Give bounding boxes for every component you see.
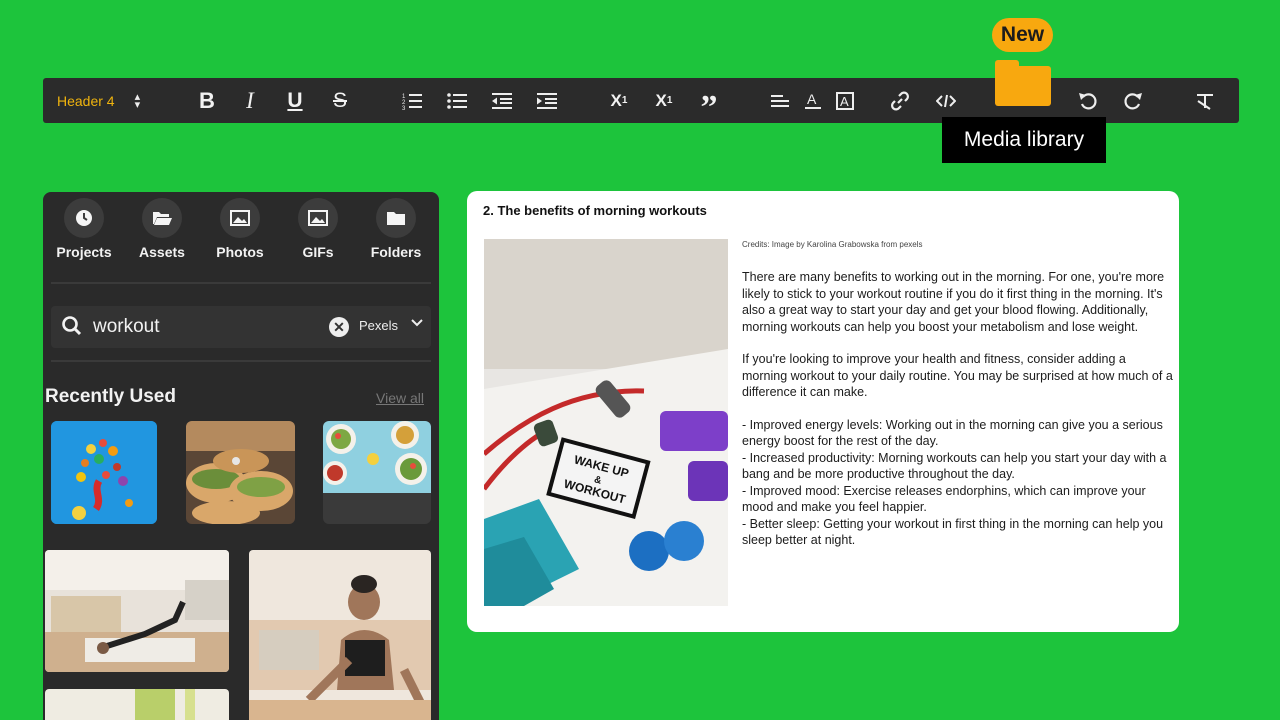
nav-item-projects[interactable]: Projects — [44, 198, 124, 260]
paragraph: If you're looking to improve your health… — [742, 352, 1173, 399]
indent-icon[interactable] — [533, 78, 561, 123]
bullet-list-icon[interactable] — [443, 78, 471, 123]
search-input[interactable]: workout — [93, 316, 160, 338]
nav-item-photos[interactable]: Photos — [200, 198, 280, 260]
section-title: Recently Used — [45, 386, 176, 407]
paragraph: There are many benefits to working out i… — [742, 270, 1165, 334]
subscript-button[interactable]: X1 — [650, 78, 678, 123]
bold-button[interactable]: B — [193, 78, 221, 123]
heading-select[interactable]: Header 4 ▴ ▾ — [57, 78, 167, 123]
new-badge: New — [992, 18, 1053, 52]
folder-open-icon — [142, 198, 182, 238]
text-color-icon[interactable]: A — [799, 78, 827, 123]
search-bar[interactable]: workout ✕ Pexels — [51, 306, 431, 348]
background-color-icon[interactable]: A — [831, 78, 859, 123]
media-nav: Projects Assets Photos GIFs Folders — [43, 192, 439, 272]
nav-item-gifs[interactable]: GIFs — [278, 198, 358, 260]
source-select[interactable]: Pexels — [359, 318, 398, 333]
photo-woman-stretch[interactable] — [249, 550, 431, 720]
image-icon — [220, 198, 260, 238]
media-panel: Projects Assets Photos GIFs Folders work… — [43, 192, 439, 720]
bullet-item: - Increased productivity: Morning workou… — [742, 450, 1167, 482]
view-all-link[interactable]: View all — [376, 390, 424, 406]
thumbnail-salads[interactable] — [323, 421, 431, 524]
blockquote-button[interactable]: ” — [695, 78, 723, 124]
heading-select-value: Header 4 — [57, 92, 115, 109]
svg-text:A: A — [840, 94, 849, 109]
divider — [51, 282, 431, 284]
clear-search-icon[interactable]: ✕ — [329, 317, 349, 337]
search-icon — [62, 316, 82, 336]
align-icon[interactable] — [766, 78, 794, 123]
strikethrough-button[interactable]: S — [326, 78, 354, 123]
italic-button[interactable]: I — [236, 78, 264, 123]
nav-item-folders[interactable]: Folders — [356, 198, 436, 260]
svg-text:3: 3 — [402, 106, 406, 110]
clear-formatting-icon[interactable] — [1191, 78, 1219, 123]
updown-arrows-icon: ▴ ▾ — [134, 90, 141, 111]
chevron-down-icon[interactable] — [411, 316, 423, 332]
nav-label: GIFs — [302, 244, 334, 260]
nav-item-assets[interactable]: Assets — [122, 198, 202, 260]
media-library-folder-icon[interactable] — [993, 56, 1053, 108]
photo-plants[interactable] — [45, 689, 229, 720]
media-library-tooltip: Media library — [942, 117, 1106, 163]
ordered-list-icon[interactable]: 123 — [398, 78, 426, 123]
document-canvas[interactable]: 2. The benefits of morning workouts WAKE… — [467, 191, 1179, 632]
clock-icon — [64, 198, 104, 238]
link-icon[interactable] — [886, 78, 914, 123]
bullet-item: - Improved energy levels: Working out in… — [742, 417, 1163, 449]
document-heading[interactable]: 2. The benefits of morning workouts — [483, 203, 707, 218]
bullet-item: - Improved mood: Exercise releases endor… — [742, 483, 1146, 515]
bullet-item: - Better sleep: Getting your workout in … — [742, 516, 1164, 548]
redo-icon[interactable] — [1119, 78, 1147, 123]
outdent-icon[interactable] — [488, 78, 516, 123]
thumbnail-tacos[interactable] — [186, 421, 295, 524]
underline-button[interactable]: U — [281, 78, 309, 123]
svg-text:A: A — [807, 91, 817, 107]
nav-label: Projects — [56, 244, 112, 260]
divider — [51, 360, 431, 362]
document-body[interactable]: There are many benefits to working out i… — [742, 269, 1174, 549]
nav-label: Folders — [370, 244, 422, 260]
gif-image-icon — [298, 198, 338, 238]
nav-label: Photos — [216, 244, 264, 260]
document-image[interactable]: WAKE UP & WORKOUT — [484, 239, 728, 606]
nav-label: Assets — [139, 244, 185, 260]
photo-living-room-stretch[interactable] — [45, 550, 229, 672]
superscript-button[interactable]: X1 — [605, 78, 633, 123]
folder-icon — [376, 198, 416, 238]
thumbnail-fruit[interactable] — [51, 421, 157, 524]
image-credits: Credits: Image by Karolina Grabowska fro… — [742, 240, 923, 249]
